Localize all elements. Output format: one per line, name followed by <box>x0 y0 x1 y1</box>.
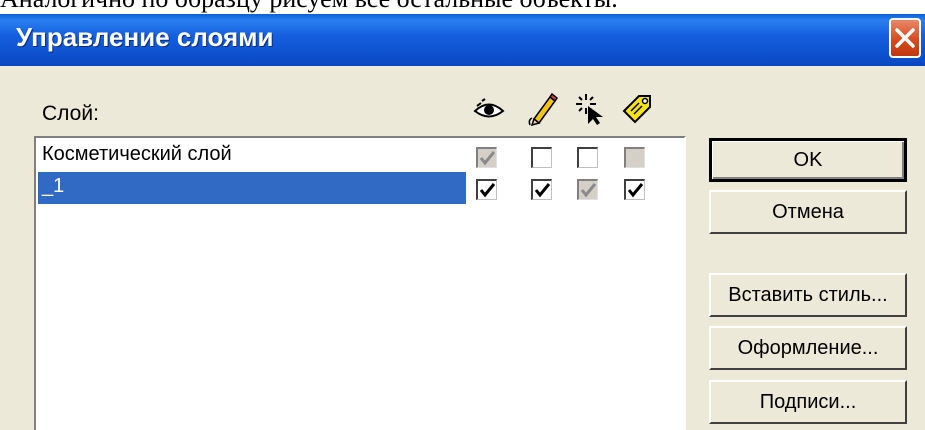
editable-checkbox[interactable] <box>531 147 552 168</box>
window-title: Управление слоями <box>16 22 274 52</box>
title-bar[interactable]: Управление слоями <box>0 14 925 66</box>
layer-control-dialog: Управление слоями Слой: Косметический сл… <box>0 14 925 430</box>
selection-highlight <box>38 172 466 204</box>
select-cursor-icon <box>574 92 608 126</box>
layers-list[interactable]: Косметический слой _1 <box>34 136 686 430</box>
insert-style-button[interactable]: Вставить стиль... <box>709 273 907 317</box>
layer-row-1[interactable]: _1 <box>38 172 684 204</box>
label-tag-icon <box>620 92 654 126</box>
cancel-button[interactable]: Отмена <box>709 190 907 234</box>
visibility-checkbox <box>476 147 497 168</box>
close-button[interactable] <box>889 18 921 58</box>
close-icon <box>895 28 915 48</box>
layer-name: Косметический слой <box>42 143 232 165</box>
ok-button[interactable]: OK <box>709 138 907 182</box>
editable-checkbox[interactable] <box>531 179 552 200</box>
document-text-line: Аналогично по образцу рисуем все остальн… <box>0 0 618 14</box>
layer-label: Слой: <box>42 102 99 125</box>
layer-row-cosmetic[interactable]: Косметический слой <box>38 140 684 172</box>
pencil-icon <box>526 92 560 127</box>
captions-button[interactable]: Подписи... <box>709 380 907 424</box>
selectable-checkbox[interactable] <box>577 147 598 168</box>
layer-name: _1 <box>42 175 65 197</box>
selectable-checkbox <box>577 179 598 200</box>
labels-checkbox <box>624 147 645 168</box>
eye-icon <box>472 92 506 126</box>
design-button[interactable]: Оформление... <box>709 326 907 370</box>
labels-checkbox[interactable] <box>624 179 645 200</box>
visibility-checkbox[interactable] <box>476 179 497 200</box>
